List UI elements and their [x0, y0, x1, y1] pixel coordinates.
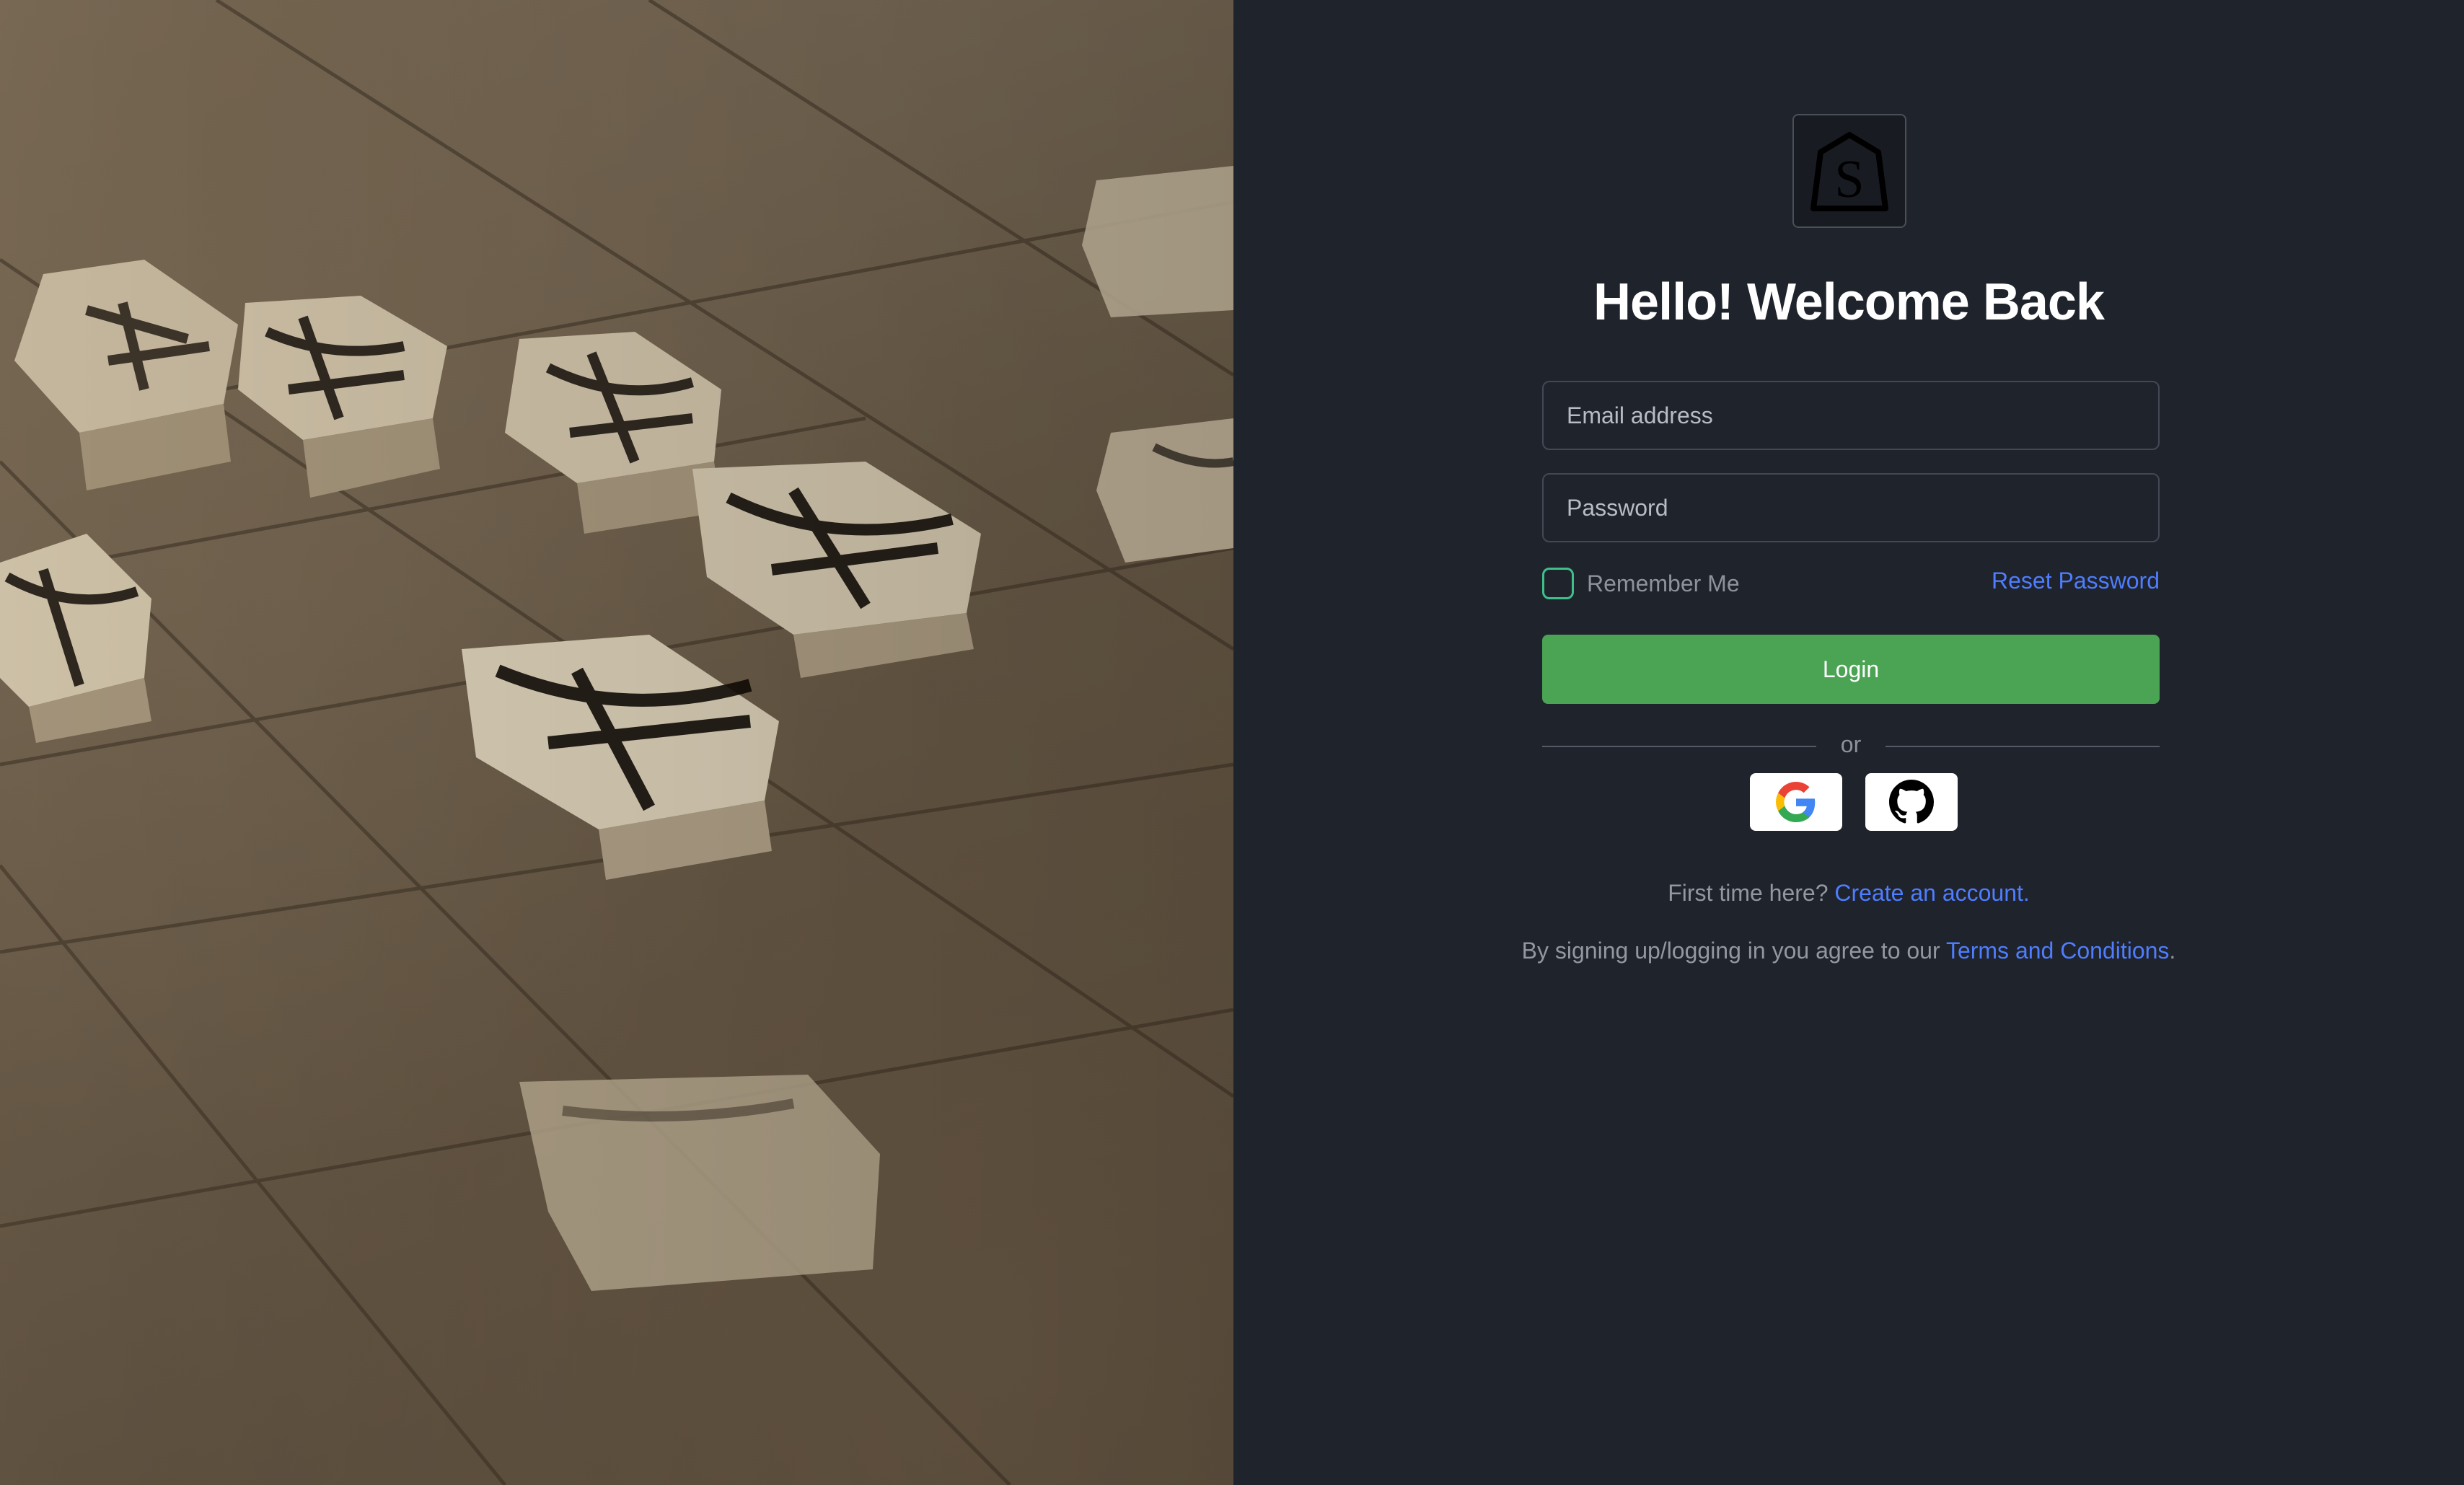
password-field[interactable] — [1542, 473, 2160, 542]
google-icon — [1776, 782, 1816, 822]
terms-notice: By signing up/logging in you agree to ou… — [1233, 938, 2464, 964]
github-icon — [1889, 780, 1934, 824]
terms-notice-text: By signing up/logging in you agree to ou… — [1521, 938, 1946, 964]
divider-line-right — [1886, 746, 2160, 747]
app-logo: S — [1792, 114, 1906, 228]
reset-password-link[interactable]: Reset Password — [1992, 568, 2160, 594]
remember-me-label: Remember Me — [1587, 570, 1740, 596]
divider-line-left — [1542, 746, 1816, 747]
hero-shade-overlay — [0, 0, 1233, 1485]
remember-me: Remember Me — [1542, 565, 1740, 602]
email-field[interactable] — [1542, 381, 2160, 450]
login-panel: S Hello! Welcome Back Remember Me Reset … — [1233, 0, 2464, 1485]
signup-prompt-text: First time here? — [1668, 880, 1835, 906]
terms-link[interactable]: Terms and Conditions — [1946, 938, 2169, 964]
create-account-link[interactable]: Create an account. — [1834, 880, 2029, 906]
login-page: S Hello! Welcome Back Remember Me Reset … — [0, 0, 2464, 1485]
shogi-piece-logo-icon: S — [1810, 132, 1888, 211]
page-title: Hello! Welcome Back — [1593, 273, 2105, 331]
terms-suffix: . — [2169, 938, 2176, 964]
logo-letter: S — [1834, 150, 1864, 209]
signup-prompt: First time here? Create an account. — [1233, 880, 2464, 907]
hero-image-shogi-board — [0, 0, 1233, 1485]
login-button[interactable]: Login — [1542, 635, 2160, 704]
github-login-button[interactable] — [1865, 773, 1958, 831]
google-login-button[interactable] — [1750, 773, 1842, 831]
remember-me-checkbox[interactable] — [1542, 568, 1574, 599]
divider-or-text: or — [1840, 731, 1862, 757]
